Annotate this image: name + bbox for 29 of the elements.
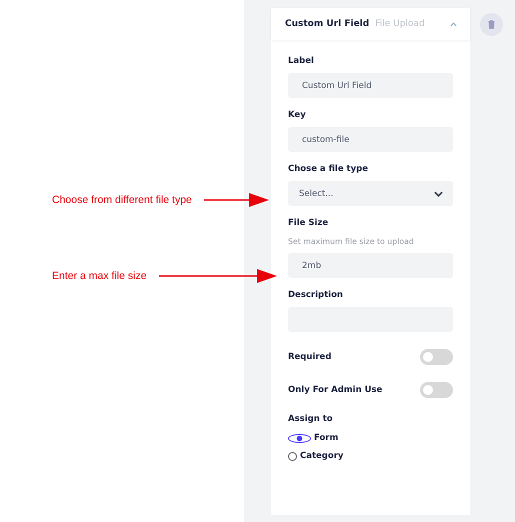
- arrow-icon: [204, 193, 269, 207]
- toggle-switch[interactable]: [420, 348, 453, 364]
- file-type-select[interactable]: Select...: [288, 181, 453, 206]
- input-field[interactable]: Custom Url Field: [288, 73, 453, 98]
- radio-label[interactable]: Form: [314, 433, 338, 443]
- radio-label[interactable]: Category: [300, 451, 344, 461]
- field-type-label: File Upload: [375, 19, 425, 29]
- card-title: Custom Url Field: [285, 19, 370, 29]
- chevron-icon[interactable]: [450, 22, 457, 26]
- field-label: Chose a file type: [288, 164, 369, 174]
- field-label: Assign to: [288, 414, 334, 424]
- field-label: File Size: [288, 218, 330, 228]
- annotation-text: Enter a max file size: [52, 270, 147, 282]
- toggle-switch[interactable]: [420, 382, 453, 398]
- caret-icon: [434, 190, 443, 196]
- radio-button[interactable]: [288, 434, 311, 442]
- input-field[interactable]: custom-file: [288, 127, 453, 152]
- radio-button[interactable]: [288, 452, 297, 460]
- field-label: Label: [288, 56, 315, 66]
- toggle-label: Only For Admin Use: [288, 384, 382, 394]
- field-label: Description: [288, 290, 344, 300]
- delete-button[interactable]: [480, 13, 503, 36]
- annotation-text: Choose from different file type: [52, 194, 192, 206]
- input-field[interactable]: 2mb: [288, 253, 453, 278]
- arrow-icon: [158, 269, 277, 283]
- trash-icon: [488, 20, 495, 29]
- card-header[interactable]: Custom Url Field File Upload: [271, 8, 470, 40]
- field-label: Key: [288, 110, 307, 120]
- toggle-label: Required: [288, 352, 332, 362]
